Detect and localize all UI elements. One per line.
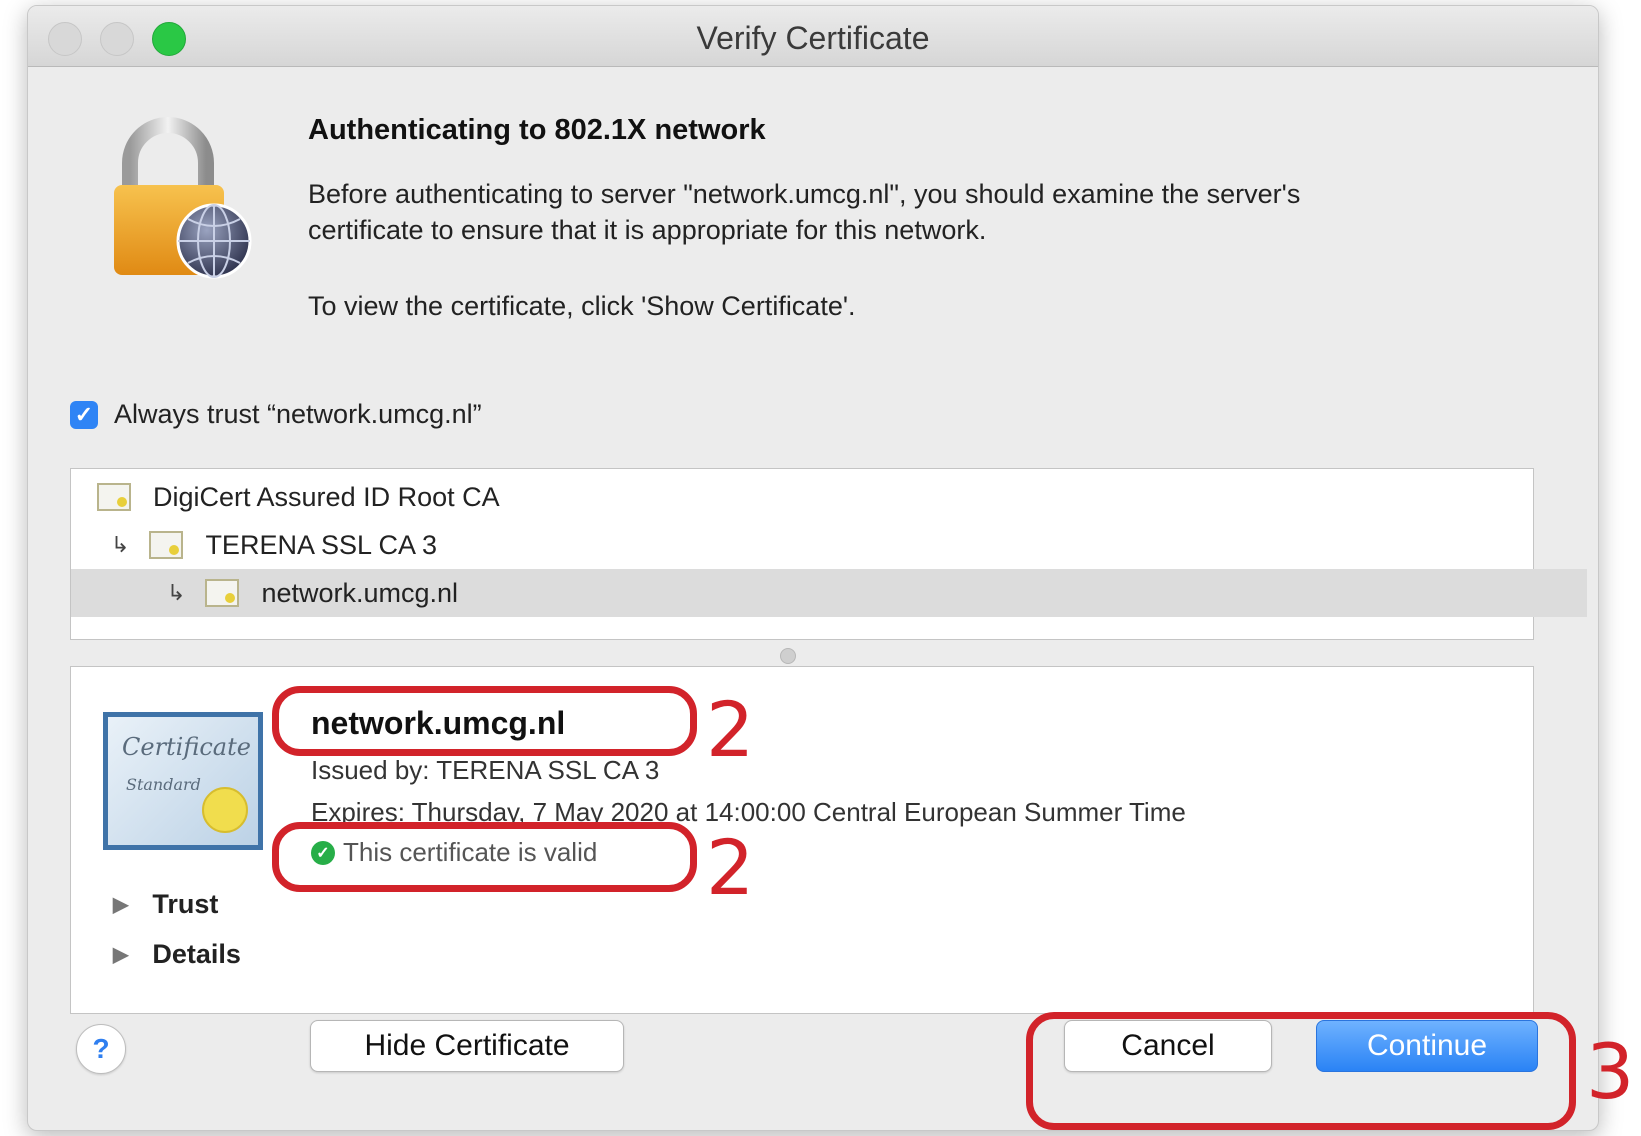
certificate-icon [149,531,184,559]
help-button[interactable]: ? [76,1024,126,1074]
trust-disclosure[interactable]: ▶ Trust [113,889,218,920]
chain-item-label: network.umcg.nl [261,577,459,608]
seal-icon [202,787,248,833]
certificate-issuer: Issued by: TERENA SSL CA 3 [311,755,660,785]
trust-disclosure-label: Trust [152,889,219,919]
window-title: Verify Certificate [696,20,930,56]
annotation-number-2: 2 [706,685,755,774]
details-disclosure-label: Details [152,939,241,969]
annotation-highlight-buttons [1026,1012,1576,1130]
show-certificate-hint: To view the certificate, click 'Show Cer… [308,291,856,321]
certificate-icon [205,579,240,607]
certificate-icon [97,483,131,511]
always-trust-row[interactable]: ✓ Always trust “network.umcg.nl” [70,399,482,430]
disclosure-triangle-icon: ▶ [113,944,129,966]
child-arrow-icon: ↳ [111,532,130,557]
always-trust-checkbox[interactable]: ✓ [70,400,98,429]
certificate-chain-list: DigiCert Assured ID Root CA ↳ TERENA SSL… [70,468,1587,640]
badge-subtext: Standard [126,775,201,794]
child-arrow-icon: ↳ [167,580,186,605]
lock-network-icon [114,117,252,279]
chain-item-root[interactable]: DigiCert Assured ID Root CA [71,473,1517,521]
annotation-number-3: 3 [1586,1027,1635,1116]
chain-item-label: TERENA SSL CA 3 [205,529,438,560]
certificate-badge-icon: Certificate Standard [103,712,263,850]
annotation-number-2: 2 [706,823,755,912]
chain-item-leaf[interactable]: ↳ network.umcg.nl [71,569,1587,617]
annotation-highlight-valid [272,822,697,892]
dialog-message-line2: certificate to ensure that it is appropr… [308,215,987,245]
chain-item-label: DigiCert Assured ID Root CA [153,481,500,512]
annotation-highlight-name [272,686,697,756]
chain-item-intermediate[interactable]: ↳ TERENA SSL CA 3 [71,521,1531,569]
badge-text: Certificate [122,733,251,761]
details-disclosure[interactable]: ▶ Details [113,939,241,970]
always-trust-label: Always trust “network.umcg.nl” [114,399,482,429]
dialog-message: Before authenticating to server "network… [308,176,1508,248]
dialog-message-line1: Before authenticating to server "network… [308,179,1301,209]
split-view-handle[interactable] [780,648,796,664]
verify-certificate-window: Verify Certificate Authenticating to 802… [27,5,1599,1131]
hide-certificate-button[interactable]: Hide Certificate [310,1020,624,1072]
disclosure-triangle-icon: ▶ [113,894,129,916]
title-bar: Verify Certificate [28,6,1598,67]
dialog-heading: Authenticating to 802.1X network [308,114,766,146]
